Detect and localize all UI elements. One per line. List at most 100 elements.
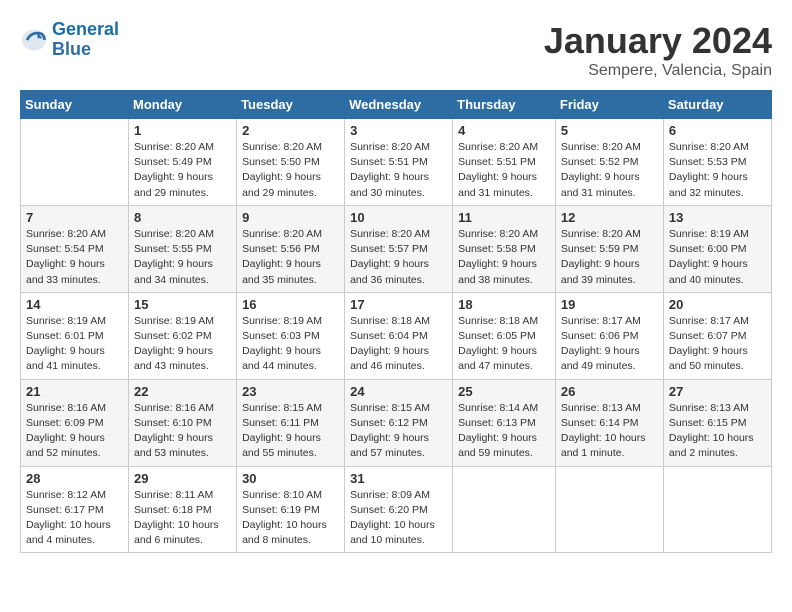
header-row: SundayMondayTuesdayWednesdayThursdayFrid… (21, 91, 772, 119)
col-header-saturday: Saturday (663, 91, 771, 119)
week-row-2: 14Sunrise: 8:19 AM Sunset: 6:01 PM Dayli… (21, 292, 772, 379)
day-number: 28 (26, 471, 123, 486)
day-number: 16 (242, 297, 339, 312)
day-info: Sunrise: 8:12 AM Sunset: 6:17 PM Dayligh… (26, 488, 123, 549)
day-cell: 9 Sunrise: 8:20 AM Sunset: 5:56 PM Daylig… (237, 205, 345, 292)
day-info: Sunrise: 8:20 AM Sunset: 5:55 PM Dayligh… (134, 227, 231, 288)
day-cell: 17Sunrise: 8:18 AM Sunset: 6:04 PM Dayli… (345, 292, 453, 379)
day-number: 15 (134, 297, 231, 312)
day-cell: 4Sunrise: 8:20 AM Sunset: 5:51 PM Daylig… (453, 119, 556, 206)
day-number: 3 (350, 123, 447, 138)
day-info: Sunrise: 8:15 AM Sunset: 6:11 PM Dayligh… (242, 401, 339, 462)
day-cell (21, 119, 129, 206)
day-number: 8 (134, 210, 231, 225)
day-info: Sunrise: 8:20 AM Sunset: 5:56 PM Dayligh… (242, 227, 339, 288)
day-cell: 28 Sunrise: 8:12 AM Sunset: 6:17 PM Dayli… (21, 466, 129, 553)
day-info: Sunrise: 8:20 AM Sunset: 5:52 PM Dayligh… (561, 140, 658, 201)
day-cell: 22 Sunrise: 8:16 AM Sunset: 6:10 PM Dayli… (129, 379, 237, 466)
day-number: 9 (242, 210, 339, 225)
day-info: Sunrise: 8:17 AM Sunset: 6:07 PM Dayligh… (669, 314, 766, 375)
day-number: 27 (669, 384, 766, 399)
day-info: Sunrise: 8:17 AM Sunset: 6:06 PM Dayligh… (561, 314, 658, 375)
day-cell (555, 466, 663, 553)
day-cell: 15 Sunrise: 8:19 AM Sunset: 6:02 PM Dayli… (129, 292, 237, 379)
day-number: 19 (561, 297, 658, 312)
day-cell: 5 Sunrise: 8:20 AM Sunset: 5:52 PM Daylig… (555, 119, 663, 206)
day-number: 13 (669, 210, 766, 225)
day-cell: 12 Sunrise: 8:20 AM Sunset: 5:59 PM Dayli… (555, 205, 663, 292)
day-info: Sunrise: 8:13 AM Sunset: 6:14 PM Dayligh… (561, 401, 658, 462)
day-cell: 23 Sunrise: 8:15 AM Sunset: 6:11 PM Dayli… (237, 379, 345, 466)
day-number: 30 (242, 471, 339, 486)
day-number: 26 (561, 384, 658, 399)
day-info: Sunrise: 8:13 AM Sunset: 6:15 PM Dayligh… (669, 401, 766, 462)
week-row-3: 21Sunrise: 8:16 AM Sunset: 6:09 PM Dayli… (21, 379, 772, 466)
day-cell: 19 Sunrise: 8:17 AM Sunset: 6:06 PM Dayli… (555, 292, 663, 379)
day-number: 18 (458, 297, 550, 312)
day-cell: 8 Sunrise: 8:20 AM Sunset: 5:55 PM Daylig… (129, 205, 237, 292)
week-row-4: 28 Sunrise: 8:12 AM Sunset: 6:17 PM Dayli… (21, 466, 772, 553)
day-info: Sunrise: 8:16 AM Sunset: 6:09 PM Dayligh… (26, 401, 123, 462)
day-number: 24 (350, 384, 447, 399)
day-cell: 7 Sunrise: 8:20 AM Sunset: 5:54 PM Daylig… (21, 205, 129, 292)
day-cell: 6 Sunrise: 8:20 AM Sunset: 5:53 PM Daylig… (663, 119, 771, 206)
col-header-wednesday: Wednesday (345, 91, 453, 119)
day-number: 7 (26, 210, 123, 225)
col-header-tuesday: Tuesday (237, 91, 345, 119)
day-info: Sunrise: 8:19 AM Sunset: 6:02 PM Dayligh… (134, 314, 231, 375)
day-info: Sunrise: 8:20 AM Sunset: 5:50 PM Dayligh… (242, 140, 339, 201)
day-number: 31 (350, 471, 447, 486)
day-info: Sunrise: 8:20 AM Sunset: 5:54 PM Dayligh… (26, 227, 123, 288)
day-number: 22 (134, 384, 231, 399)
week-row-1: 7 Sunrise: 8:20 AM Sunset: 5:54 PM Daylig… (21, 205, 772, 292)
day-info: Sunrise: 8:20 AM Sunset: 5:57 PM Dayligh… (350, 227, 447, 288)
day-number: 11 (458, 210, 550, 225)
day-info: Sunrise: 8:09 AM Sunset: 6:20 PM Dayligh… (350, 488, 447, 549)
day-cell: 25 Sunrise: 8:14 AM Sunset: 6:13 PM Dayli… (453, 379, 556, 466)
day-number: 2 (242, 123, 339, 138)
col-header-sunday: Sunday (21, 91, 129, 119)
day-cell: 27 Sunrise: 8:13 AM Sunset: 6:15 PM Dayli… (663, 379, 771, 466)
logo-line2: Blue (52, 40, 119, 60)
day-info: Sunrise: 8:20 AM Sunset: 5:49 PM Dayligh… (134, 140, 231, 201)
day-cell: 20 Sunrise: 8:17 AM Sunset: 6:07 PM Dayli… (663, 292, 771, 379)
logo-icon (20, 26, 48, 54)
day-cell: 14Sunrise: 8:19 AM Sunset: 6:01 PM Dayli… (21, 292, 129, 379)
day-info: Sunrise: 8:14 AM Sunset: 6:13 PM Dayligh… (458, 401, 550, 462)
day-number: 12 (561, 210, 658, 225)
day-cell: 18 Sunrise: 8:18 AM Sunset: 6:05 PM Dayli… (453, 292, 556, 379)
day-cell (453, 466, 556, 553)
day-info: Sunrise: 8:19 AM Sunset: 6:01 PM Dayligh… (26, 314, 123, 375)
page-header: General Blue January 2024 Sempere, Valen… (20, 20, 772, 80)
day-info: Sunrise: 8:16 AM Sunset: 6:10 PM Dayligh… (134, 401, 231, 462)
day-info: Sunrise: 8:20 AM Sunset: 5:58 PM Dayligh… (458, 227, 550, 288)
logo: General Blue (20, 20, 119, 60)
day-info: Sunrise: 8:20 AM Sunset: 5:59 PM Dayligh… (561, 227, 658, 288)
day-cell: 10 Sunrise: 8:20 AM Sunset: 5:57 PM Dayli… (345, 205, 453, 292)
day-cell: 26 Sunrise: 8:13 AM Sunset: 6:14 PM Dayli… (555, 379, 663, 466)
day-info: Sunrise: 8:15 AM Sunset: 6:12 PM Dayligh… (350, 401, 447, 462)
day-number: 1 (134, 123, 231, 138)
day-number: 20 (669, 297, 766, 312)
day-info: Sunrise: 8:18 AM Sunset: 6:05 PM Dayligh… (458, 314, 550, 375)
month-title: January 2024 (544, 20, 772, 62)
day-number: 29 (134, 471, 231, 486)
week-row-0: 1 Sunrise: 8:20 AM Sunset: 5:49 PM Daylig… (21, 119, 772, 206)
col-header-friday: Friday (555, 91, 663, 119)
day-info: Sunrise: 8:20 AM Sunset: 5:51 PM Dayligh… (458, 140, 550, 201)
day-info: Sunrise: 8:19 AM Sunset: 6:03 PM Dayligh… (242, 314, 339, 375)
location-subtitle: Sempere, Valencia, Spain (544, 62, 772, 80)
day-cell: 16 Sunrise: 8:19 AM Sunset: 6:03 PM Dayli… (237, 292, 345, 379)
day-cell (663, 466, 771, 553)
day-number: 23 (242, 384, 339, 399)
day-info: Sunrise: 8:19 AM Sunset: 6:00 PM Dayligh… (669, 227, 766, 288)
day-number: 25 (458, 384, 550, 399)
day-cell: 21Sunrise: 8:16 AM Sunset: 6:09 PM Dayli… (21, 379, 129, 466)
day-number: 5 (561, 123, 658, 138)
day-number: 6 (669, 123, 766, 138)
day-number: 10 (350, 210, 447, 225)
day-cell: 2 Sunrise: 8:20 AM Sunset: 5:50 PM Daylig… (237, 119, 345, 206)
day-number: 17 (350, 297, 447, 312)
day-info: Sunrise: 8:11 AM Sunset: 6:18 PM Dayligh… (134, 488, 231, 549)
day-info: Sunrise: 8:20 AM Sunset: 5:53 PM Dayligh… (669, 140, 766, 201)
